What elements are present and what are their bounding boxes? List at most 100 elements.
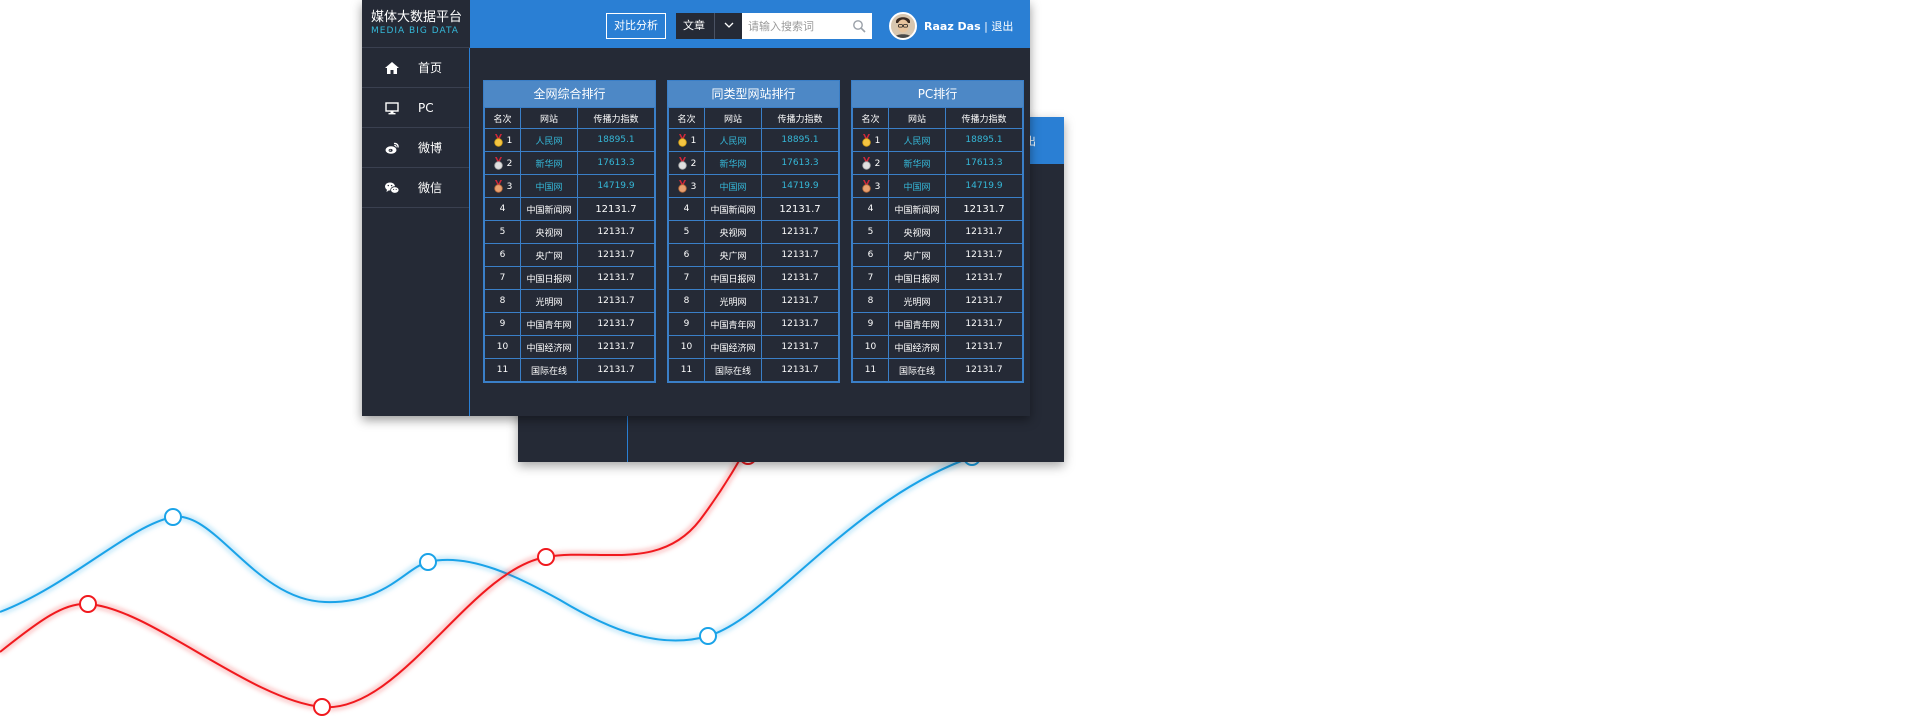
weibo-icon xyxy=(385,142,399,154)
site-name-cell[interactable]: 国际在线 xyxy=(520,358,578,382)
rank-number: 9 xyxy=(867,319,874,329)
site-name-cell[interactable]: 央广网 xyxy=(888,243,946,267)
table-row[interactable]: 11 国际在线 12131.7 xyxy=(852,358,1023,382)
site-name-cell[interactable]: 中国青年网 xyxy=(520,312,578,336)
index-value-cell: 18895.1 xyxy=(577,128,655,152)
sidebar-item-pc[interactable]: PC xyxy=(362,88,469,128)
rank-number: 1 xyxy=(506,135,513,146)
site-name-cell[interactable]: 中国经济网 xyxy=(520,335,578,359)
table-row[interactable]: 6 央广网 12131.7 xyxy=(484,243,655,267)
table-row[interactable]: 2 新华网 17613.3 xyxy=(668,151,839,175)
main-window: 媒体大数据平台 MEDIA BIG DATA 对比分析 文章 请输入搜索词 Ra… xyxy=(362,0,1030,416)
site-name-cell[interactable]: 央广网 xyxy=(704,243,762,267)
table-row[interactable]: 5 央视网 12131.7 xyxy=(852,220,1023,244)
site-name-cell[interactable]: 央广网 xyxy=(520,243,578,267)
search-input[interactable] xyxy=(742,13,850,39)
rank-cell: 4 xyxy=(852,197,889,221)
table-row[interactable]: 11 国际在线 12131.7 xyxy=(484,358,655,382)
sidebar-item-weibo[interactable]: 微博 xyxy=(362,128,469,168)
table-row[interactable]: 6 央广网 12131.7 xyxy=(668,243,839,267)
table-row[interactable]: 9 中国青年网 12131.7 xyxy=(852,312,1023,336)
table-row[interactable]: 4 中国新闻网 12131.7 xyxy=(668,197,839,221)
site-name-cell[interactable]: 国际在线 xyxy=(888,358,946,382)
index-value-cell: 12131.7 xyxy=(577,335,655,359)
site-name-cell[interactable]: 中国网 xyxy=(520,174,578,198)
index-value-cell: 12131.7 xyxy=(577,266,655,290)
table-row[interactable]: 10 中国经济网 12131.7 xyxy=(484,335,655,359)
table-header-row: 名次 网站 传播力指数 xyxy=(484,107,655,129)
table-row[interactable]: 3 中国网 14719.9 xyxy=(668,174,839,198)
rank-cell: 6 xyxy=(484,243,521,267)
site-name-cell[interactable]: 中国日报网 xyxy=(704,266,762,290)
table-row[interactable]: 2 新华网 17613.3 xyxy=(484,151,655,175)
table-row[interactable]: 10 中国经济网 12131.7 xyxy=(852,335,1023,359)
site-name-cell[interactable]: 国际在线 xyxy=(704,358,762,382)
site-name-cell[interactable]: 中国日报网 xyxy=(888,266,946,290)
site-name-cell[interactable]: 央视网 xyxy=(704,220,762,244)
search-icon[interactable] xyxy=(852,19,866,33)
rank-cell: 7 xyxy=(484,266,521,290)
table-row[interactable]: 7 中国日报网 12131.7 xyxy=(484,266,655,290)
table-row[interactable]: 5 央视网 12131.7 xyxy=(484,220,655,244)
blue-curve-point xyxy=(419,553,437,571)
index-value-cell: 12131.7 xyxy=(945,220,1023,244)
site-name-cell[interactable]: 新华网 xyxy=(704,151,762,175)
compare-button[interactable]: 对比分析 xyxy=(606,13,666,39)
table-row[interactable]: 7 中国日报网 12131.7 xyxy=(668,266,839,290)
table-row[interactable]: 6 央广网 12131.7 xyxy=(852,243,1023,267)
app-logo[interactable]: 媒体大数据平台 MEDIA BIG DATA xyxy=(362,0,470,48)
table-row[interactable]: 7 中国日报网 12131.7 xyxy=(852,266,1023,290)
site-name-cell[interactable]: 中国经济网 xyxy=(888,335,946,359)
site-name-cell[interactable]: 人民网 xyxy=(520,128,578,152)
column-header-index: 传播力指数 xyxy=(761,107,839,129)
table-row[interactable]: 8 光明网 12131.7 xyxy=(852,289,1023,313)
sidebar-item-wechat[interactable]: 微信 xyxy=(362,168,469,208)
site-name-cell[interactable]: 中国青年网 xyxy=(888,312,946,336)
logout-link[interactable]: | 退出 xyxy=(984,20,1013,33)
table-row[interactable]: 1 人民网 18895.1 xyxy=(484,128,655,152)
site-name-cell[interactable]: 中国网 xyxy=(704,174,762,198)
table-row[interactable]: 4 中国新闻网 12131.7 xyxy=(852,197,1023,221)
table-row[interactable]: 8 光明网 12131.7 xyxy=(668,289,839,313)
site-name-cell[interactable]: 人民网 xyxy=(888,128,946,152)
rank-number: 10 xyxy=(864,342,877,352)
table-row[interactable]: 8 光明网 12131.7 xyxy=(484,289,655,313)
site-name-cell[interactable]: 中国新闻网 xyxy=(704,197,762,221)
index-value-cell: 18895.1 xyxy=(945,128,1023,152)
site-name-cell[interactable]: 中国网 xyxy=(888,174,946,198)
site-name-cell[interactable]: 中国青年网 xyxy=(704,312,762,336)
table-row[interactable]: 3 中国网 14719.9 xyxy=(852,174,1023,198)
site-name-cell[interactable]: 央视网 xyxy=(888,220,946,244)
table-row[interactable]: 4 中国新闻网 12131.7 xyxy=(484,197,655,221)
site-name-cell[interactable]: 光明网 xyxy=(704,289,762,313)
site-name-cell[interactable]: 新华网 xyxy=(520,151,578,175)
table-row[interactable]: 1 人民网 18895.1 xyxy=(668,128,839,152)
search-type-select[interactable]: 文章 xyxy=(676,13,714,39)
table-row[interactable]: 3 中国网 14719.9 xyxy=(484,174,655,198)
site-name-cell[interactable]: 中国日报网 xyxy=(520,266,578,290)
site-name-cell[interactable]: 央视网 xyxy=(520,220,578,244)
rank-cell: 6 xyxy=(852,243,889,267)
index-value-cell: 12131.7 xyxy=(577,289,655,313)
sidebar-item-home[interactable]: 首页 xyxy=(362,48,469,88)
table-row[interactable]: 5 央视网 12131.7 xyxy=(668,220,839,244)
table-row[interactable]: 10 中国经济网 12131.7 xyxy=(668,335,839,359)
site-name-cell[interactable]: 中国经济网 xyxy=(704,335,762,359)
site-name-cell[interactable]: 中国新闻网 xyxy=(520,197,578,221)
avatar[interactable] xyxy=(889,12,917,40)
ranking-table: 名次 网站 传播力指数 1 人民网 18895.1 2 新华网 17613.3 3 中国网 14… xyxy=(484,107,655,382)
user-name[interactable]: Raaz Das xyxy=(924,20,981,33)
site-name-cell[interactable]: 光明网 xyxy=(520,289,578,313)
table-row[interactable]: 9 中国青年网 12131.7 xyxy=(484,312,655,336)
index-value-cell: 12131.7 xyxy=(761,335,839,359)
table-row[interactable]: 2 新华网 17613.3 xyxy=(852,151,1023,175)
rank-cell: 2 xyxy=(668,151,705,175)
site-name-cell[interactable]: 中国新闻网 xyxy=(888,197,946,221)
search-type-dropdown[interactable] xyxy=(714,13,742,39)
site-name-cell[interactable]: 光明网 xyxy=(888,289,946,313)
table-row[interactable]: 11 国际在线 12131.7 xyxy=(668,358,839,382)
table-row[interactable]: 1 人民网 18895.1 xyxy=(852,128,1023,152)
site-name-cell[interactable]: 人民网 xyxy=(704,128,762,152)
site-name-cell[interactable]: 新华网 xyxy=(888,151,946,175)
table-row[interactable]: 9 中国青年网 12131.7 xyxy=(668,312,839,336)
